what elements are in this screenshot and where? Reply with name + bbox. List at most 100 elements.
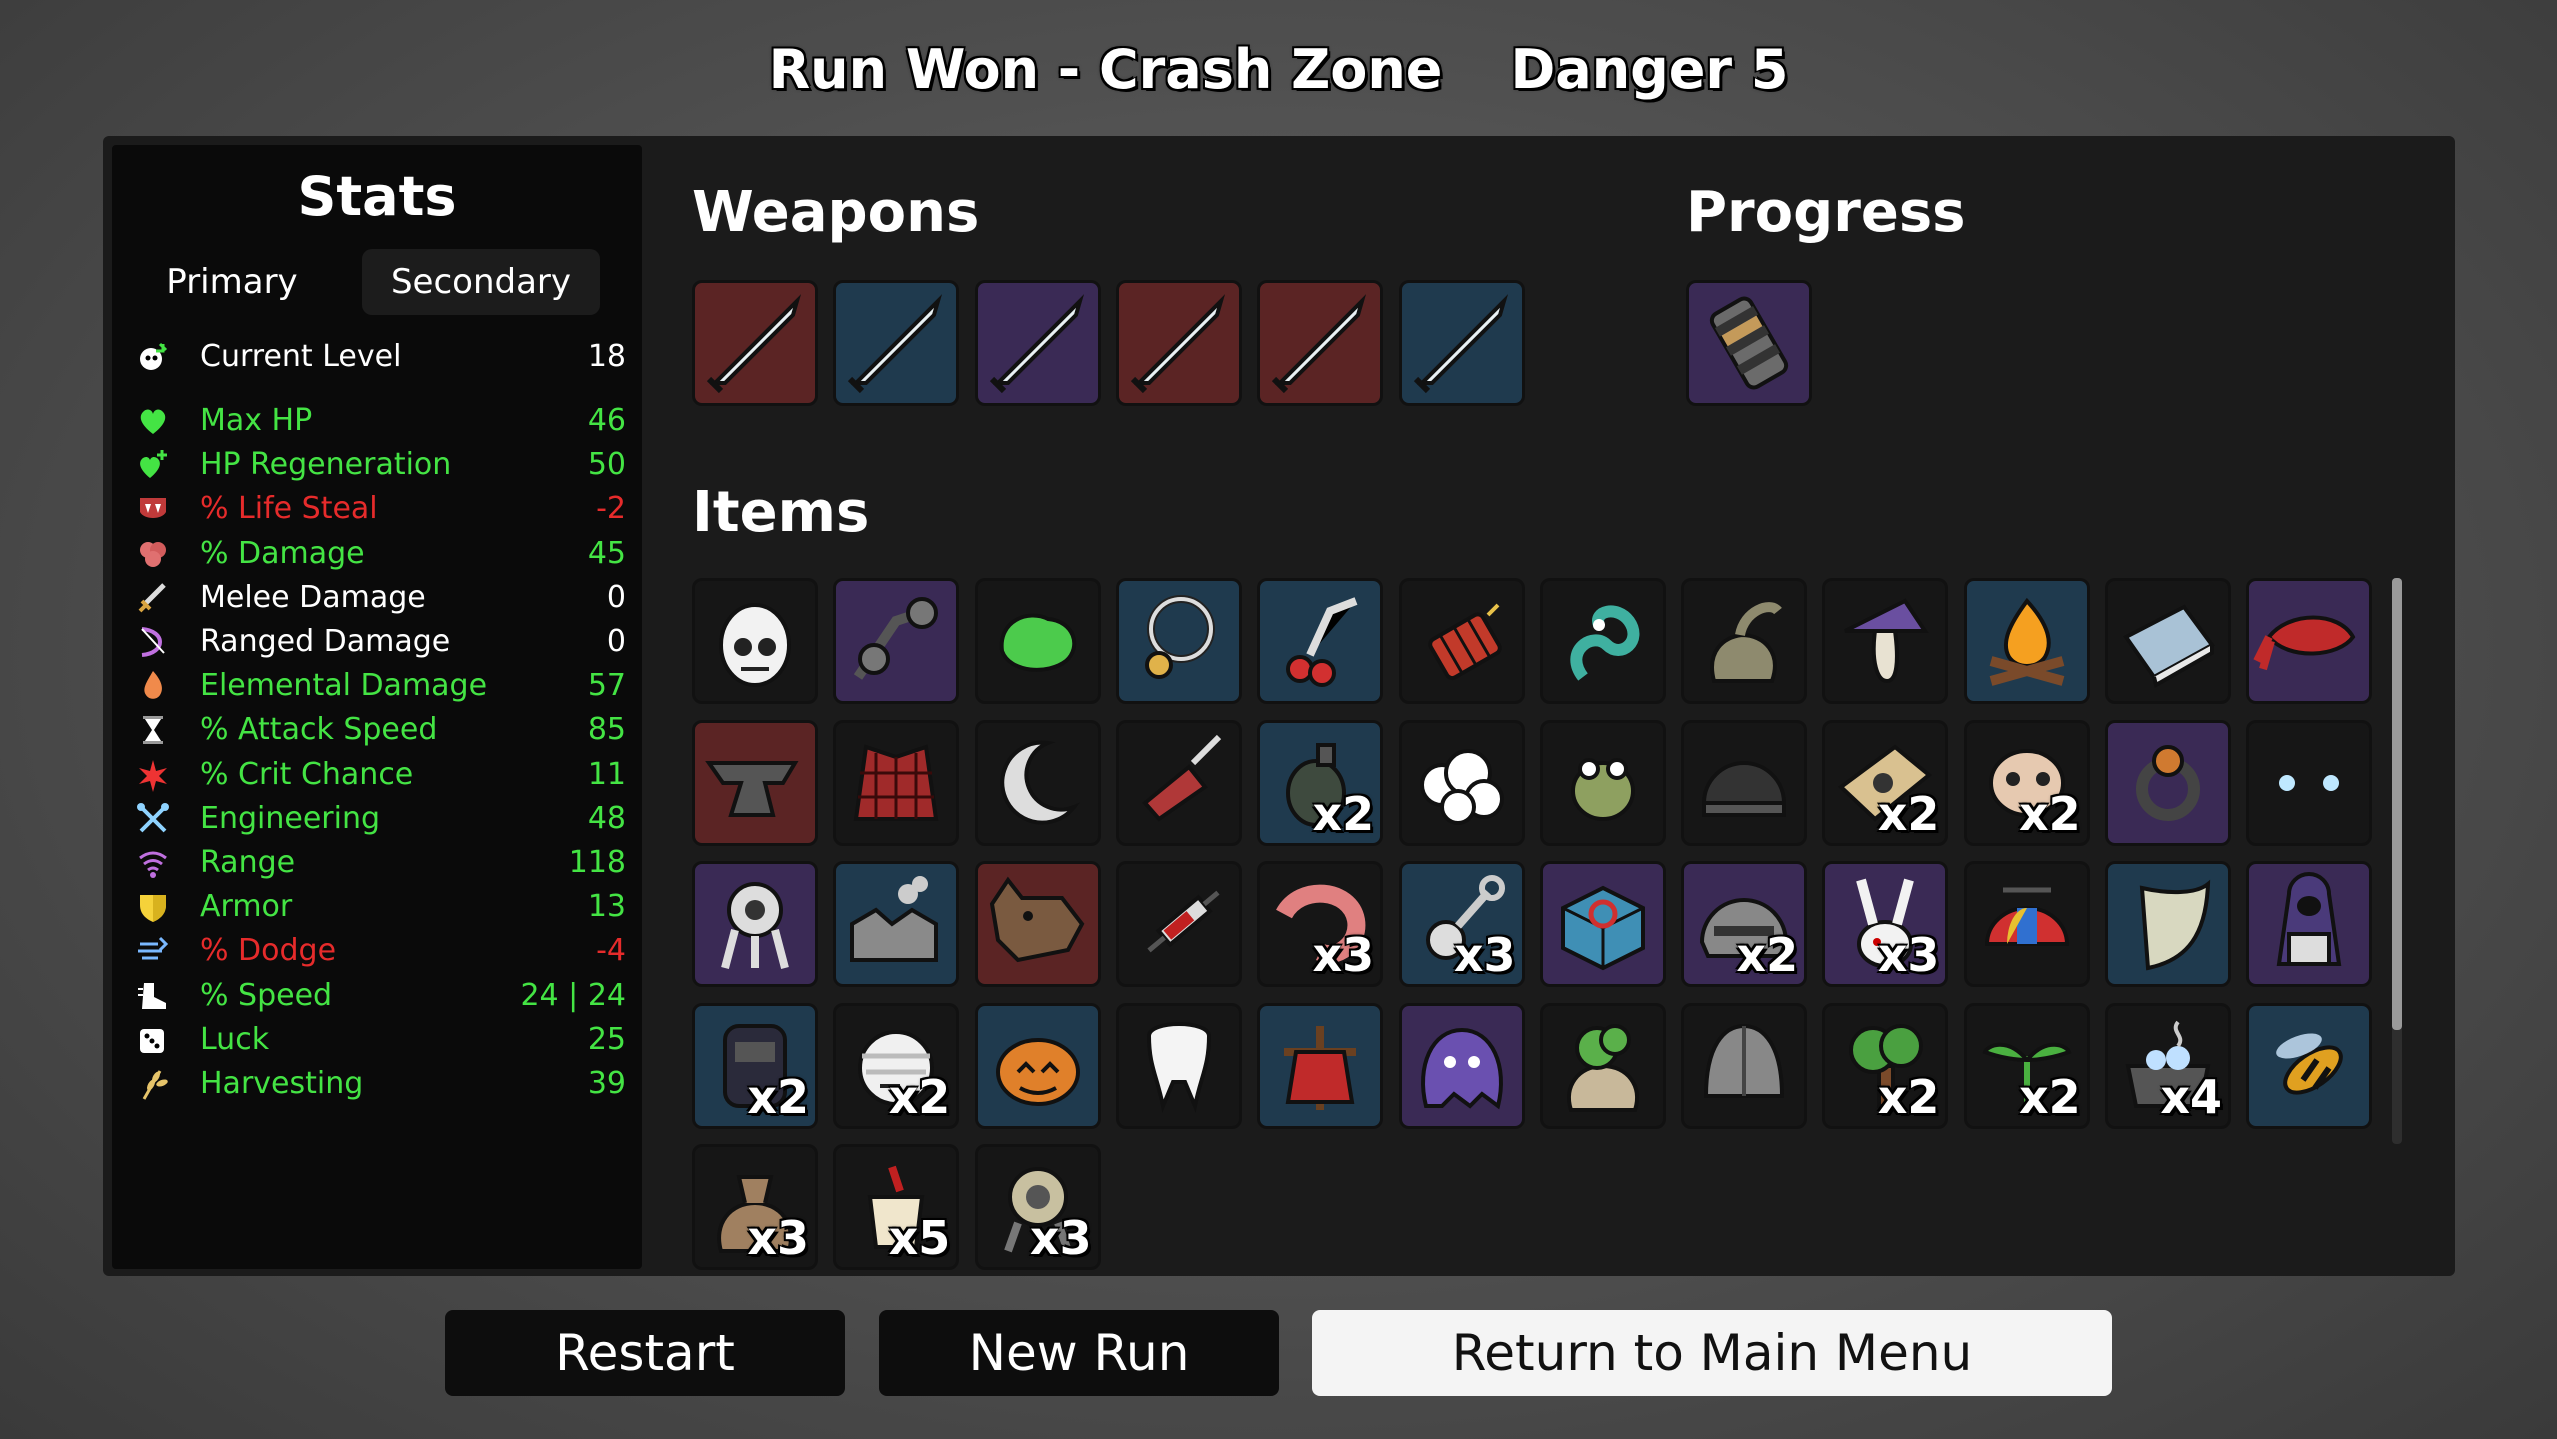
item-slot[interactable]: x3 [1257, 861, 1384, 987]
item-slot[interactable] [1115, 719, 1242, 846]
stat-row: Ranged Damage 0 [136, 622, 626, 662]
item-slot[interactable] [1398, 1002, 1525, 1129]
item-slot[interactable]: x3 [1822, 861, 1949, 987]
stat-value: 0 [606, 624, 626, 659]
item-slot[interactable] [1681, 1002, 1808, 1129]
stat-row: Luck 25 [136, 1020, 626, 1060]
item-slot[interactable]: x2 [1257, 719, 1384, 846]
item-slot[interactable] [1539, 861, 1666, 987]
new-run-button[interactable]: New Run [879, 1310, 1279, 1396]
item-slot[interactable] [692, 578, 818, 704]
items-scrollbar-thumb[interactable] [2392, 578, 2402, 1030]
item-slot[interactable]: x2 [1822, 719, 1949, 846]
item-slot[interactable] [974, 578, 1101, 704]
item-slot[interactable] [1257, 578, 1384, 704]
item-slot[interactable] [1681, 578, 1808, 704]
weapon-slot[interactable] [1257, 280, 1384, 406]
weapon-slot[interactable] [692, 280, 818, 406]
weapon-slot[interactable] [833, 280, 960, 406]
item-slot[interactable] [1115, 1002, 1242, 1129]
item-slot[interactable] [1539, 1002, 1666, 1129]
stats-title: Stats [297, 165, 457, 228]
wrench-cross-icon [136, 802, 170, 836]
weapons-title: Weapons [692, 180, 980, 245]
stat-label: Max HP [200, 403, 313, 438]
item-slot[interactable] [1257, 1002, 1384, 1129]
item-slot[interactable] [1539, 719, 1666, 846]
stat-row: % Attack Speed 85 [136, 710, 626, 750]
item-slot[interactable] [974, 719, 1101, 846]
item-slot[interactable] [2105, 719, 2231, 846]
stat-value: 39 [587, 1066, 626, 1101]
item-slot[interactable]: x4 [2105, 1002, 2231, 1129]
stat-label: Ranged Damage [200, 624, 451, 659]
restart-button[interactable]: Restart [445, 1310, 845, 1396]
item-slot[interactable] [692, 719, 818, 846]
item-slot[interactable] [1115, 578, 1242, 704]
stat-value: 24 | 24 [520, 977, 626, 1013]
item-slot[interactable] [2246, 861, 2373, 987]
progress-slot[interactable] [1686, 280, 1812, 406]
stat-value: -2 [596, 491, 626, 527]
item-slot[interactable]: x2 [692, 1002, 818, 1129]
tab-primary[interactable]: Primary [132, 249, 332, 315]
item-slot[interactable] [1963, 578, 2090, 704]
item-slot[interactable] [833, 578, 960, 704]
sword-icon [136, 581, 170, 615]
item-slot[interactable]: x3 [974, 1144, 1101, 1270]
item-slot[interactable] [974, 861, 1101, 987]
item-slot[interactable]: x3 [692, 1144, 818, 1270]
item-slot[interactable]: x2 [1963, 719, 2090, 846]
item-slot[interactable] [833, 861, 960, 987]
item-slot[interactable]: x2 [1681, 861, 1808, 987]
stat-label: % Crit Chance [200, 756, 414, 792]
item-slot[interactable]: x3 [1398, 861, 1525, 987]
item-quantity: x2 [1312, 786, 1375, 841]
range-waves-icon [136, 846, 170, 880]
stat-value: 18 [587, 339, 626, 374]
item-slot[interactable] [974, 1002, 1101, 1129]
return-to-main-menu-button[interactable]: Return to Main Menu [1312, 1310, 2112, 1396]
item-slot[interactable] [1398, 578, 1525, 704]
item-slot[interactable] [1681, 719, 1808, 846]
item-slot[interactable] [1963, 861, 2090, 987]
item-slot[interactable] [1822, 578, 1949, 704]
item-slot[interactable] [2105, 578, 2231, 704]
item-slot[interactable]: x2 [1963, 1002, 2090, 1129]
stat-label: % Damage [200, 535, 365, 571]
item-quantity: x2 [1877, 1069, 1940, 1124]
stat-label: % Life Steal [200, 491, 378, 527]
item-slot[interactable]: x5 [833, 1144, 960, 1270]
tab-secondary[interactable]: Secondary [362, 249, 600, 315]
heart-icon [136, 404, 170, 438]
weapon-slot[interactable] [974, 280, 1101, 406]
items-scrollbar[interactable] [2392, 578, 2402, 1144]
item-slot[interactable] [2105, 861, 2231, 987]
stat-row: Melee Damage 0 [136, 578, 626, 618]
item-slot[interactable] [1398, 719, 1525, 846]
weapon-slot[interactable] [1398, 280, 1525, 406]
stat-value: 13 [587, 889, 626, 925]
boot-icon [136, 979, 170, 1013]
item-slot[interactable] [1539, 578, 1666, 704]
item-slot[interactable] [2246, 578, 2373, 704]
item-slot[interactable] [1115, 861, 1242, 987]
item-slot[interactable] [2246, 1002, 2373, 1129]
item-slot[interactable]: x2 [833, 1002, 960, 1129]
stat-value: 46 [587, 403, 626, 438]
stat-label: Range [200, 845, 296, 880]
item-slot[interactable]: x2 [1822, 1002, 1949, 1129]
item-quantity: x5 [888, 1211, 951, 1265]
stat-value: 118 [568, 845, 626, 880]
item-quantity: x2 [747, 1069, 809, 1124]
item-quantity: x2 [1736, 928, 1799, 982]
weapon-slot[interactable] [1115, 280, 1242, 406]
item-slot[interactable] [2246, 719, 2373, 846]
item-slot[interactable] [692, 861, 818, 987]
stat-row: Armor 13 [136, 887, 626, 927]
stat-value: 50 [587, 447, 626, 483]
item-slot[interactable] [833, 719, 960, 846]
stat-row: % Damage 45 [136, 534, 626, 574]
run-result-text: Run Won - Crash Zone [768, 38, 1443, 101]
hourglass-icon [136, 713, 170, 747]
